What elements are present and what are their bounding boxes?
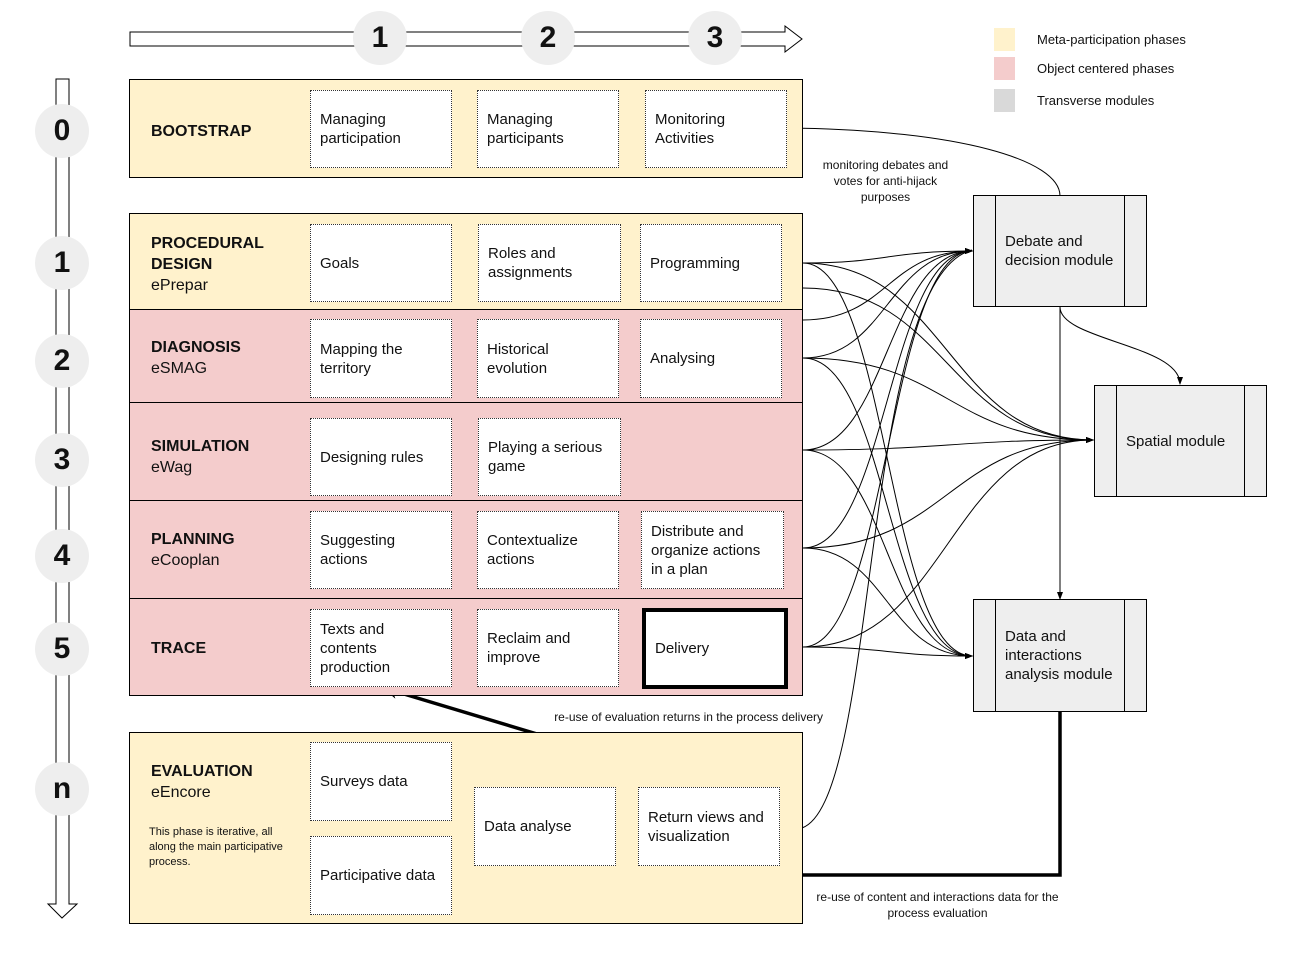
- task-reclaim-improve[interactable]: Reclaim and improve: [477, 609, 619, 687]
- phase-title: PLANNING eCooplan: [151, 529, 235, 571]
- phase-tool: eCooplan: [151, 552, 220, 569]
- phase-title: EVALUATION eEncore: [151, 761, 253, 803]
- step-circle-2: 2: [521, 11, 575, 65]
- module-debate-decision[interactable]: Debate and decision module: [973, 195, 1147, 307]
- phase-evaluation: EVALUATION eEncore This phase is iterati…: [129, 732, 803, 924]
- task-historical-evolution[interactable]: Historical evolution: [477, 319, 619, 398]
- task-analysing[interactable]: Analysing: [640, 319, 782, 398]
- phase-tool: eSMAG: [151, 360, 208, 377]
- task-goals[interactable]: Goals: [310, 224, 452, 302]
- phase-title-text: EVALUATION: [151, 763, 253, 780]
- task-suggesting-actions[interactable]: Suggesting actions: [310, 511, 452, 589]
- annotation-reuse-evaluation: re-use of evaluation returns in the proc…: [554, 710, 823, 724]
- phase-trace: TRACE Texts and contents production Recl…: [129, 598, 803, 696]
- phase-circle-3: 3: [35, 433, 89, 487]
- phase-procedural-design: PROCEDURAL DESIGN ePrepar Goals Roles an…: [129, 213, 803, 310]
- task-roles-assignments[interactable]: Roles and assignments: [478, 224, 621, 302]
- task-return-views[interactable]: Return views and visualization: [638, 787, 780, 866]
- task-data-analyse[interactable]: Data analyse: [474, 787, 616, 866]
- task-delivery[interactable]: Delivery: [642, 608, 788, 689]
- step-circle-1: 1: [353, 11, 407, 65]
- phase-title: DIAGNOSIS eSMAG: [151, 337, 241, 379]
- phase-note: This phase is iterative, all along the m…: [149, 826, 283, 868]
- phase-bootstrap: BOOTSTRAP Managing participation Managin…: [129, 79, 803, 178]
- module-label: Data and interactions analysis module: [1005, 628, 1113, 683]
- phase-circle-n: n: [35, 762, 89, 816]
- module-bar-right: [1244, 386, 1266, 496]
- legend-swatch-transverse: [994, 89, 1015, 112]
- phase-title-line2: DESIGN: [151, 256, 213, 273]
- task-participative-data[interactable]: Participative data: [310, 836, 452, 915]
- task-designing-rules[interactable]: Designing rules: [310, 418, 452, 496]
- legend-swatch-meta: [994, 28, 1015, 51]
- phase-title: TRACE: [151, 640, 207, 657]
- legend-label-object: Object centered phases: [1037, 61, 1175, 76]
- module-bar-left: [974, 600, 996, 711]
- module-bar-left: [974, 196, 996, 306]
- phase-simulation: SIMULATION eWag Designing rules Playing …: [129, 402, 803, 501]
- task-managing-participants[interactable]: Managing participants: [477, 90, 619, 168]
- phase-circle-5: 5: [35, 622, 89, 676]
- task-monitoring-activities[interactable]: Monitoring Activities: [645, 90, 787, 168]
- module-label: Spatial module: [1126, 432, 1226, 450]
- phase-tool: eEncore: [151, 784, 211, 801]
- task-managing-participation[interactable]: Managing participation: [310, 90, 452, 168]
- module-bar-right: [1124, 196, 1146, 306]
- module-bar-right: [1124, 600, 1146, 711]
- task-mapping-territory[interactable]: Mapping the territory: [310, 319, 452, 398]
- legend-label-transverse: Transverse modules: [1037, 93, 1155, 108]
- phase-title-line1: PROCEDURAL: [151, 235, 264, 252]
- phase-circle-0: 0: [35, 104, 89, 158]
- task-serious-game[interactable]: Playing a serious game: [478, 418, 621, 496]
- task-surveys-data[interactable]: Surveys data: [310, 742, 452, 821]
- phase-title: PROCEDURAL DESIGN ePrepar: [151, 233, 264, 296]
- phase-tool: ePrepar: [151, 277, 208, 294]
- module-label: Debate and decision module: [1005, 233, 1114, 269]
- phase-circle-4: 4: [35, 529, 89, 583]
- step-circle-3: 3: [688, 11, 742, 65]
- phase-title: SIMULATION eWag: [151, 436, 249, 478]
- phase-circle-2: 2: [35, 334, 89, 388]
- module-bar-left: [1095, 386, 1117, 496]
- task-texts-contents[interactable]: Texts and contents production: [310, 609, 452, 687]
- phase-title: BOOTSTRAP: [151, 123, 252, 140]
- task-programming[interactable]: Programming: [640, 224, 782, 302]
- phase-diagnosis: DIAGNOSIS eSMAG Mapping the territory Hi…: [129, 309, 803, 403]
- module-data-interactions[interactable]: Data and interactions analysis module: [973, 599, 1147, 712]
- phase-title-text: SIMULATION: [151, 438, 250, 455]
- phase-tool: eWag: [151, 459, 193, 476]
- annotation-monitoring: monitoring debates and votes for anti-hi…: [822, 158, 949, 204]
- legend-label-meta: Meta-participation phases: [1037, 32, 1186, 47]
- module-spatial[interactable]: Spatial module: [1094, 385, 1267, 497]
- phase-title-text: PLANNING: [151, 531, 235, 548]
- legend-swatch-object: [994, 57, 1015, 80]
- task-contextualize-actions[interactable]: Contextualize actions: [477, 511, 619, 589]
- phase-circle-1: 1: [35, 236, 89, 290]
- phase-planning: PLANNING eCooplan Suggesting actions Con…: [129, 500, 803, 599]
- phase-title-text: DIAGNOSIS: [151, 339, 241, 356]
- annotation-reuse-content: re-use of content and interactions data …: [816, 890, 1059, 920]
- task-distribute-organize[interactable]: Distribute and organize actions in a pla…: [641, 511, 784, 589]
